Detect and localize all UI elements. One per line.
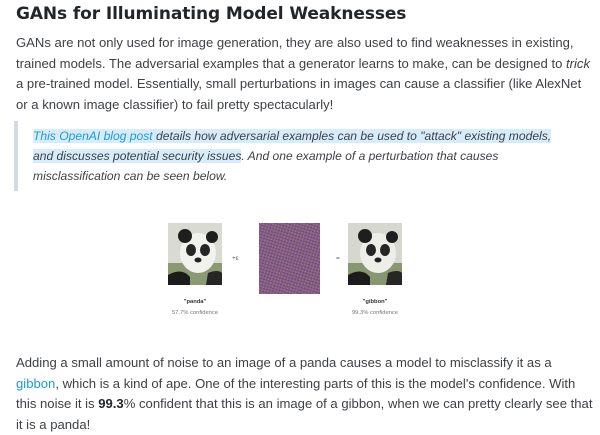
outro-text-1: Adding a small amount of noise to an ima… xyxy=(16,355,552,370)
panda-image xyxy=(168,223,222,285)
intro-text-2: a pre-trained model. Essentially, small … xyxy=(16,76,582,112)
openai-blog-link[interactable]: This OpenAI blog post xyxy=(33,129,153,143)
section-heading: GANs for Illuminating Model Weaknesses xyxy=(16,4,407,24)
outro-bold-value: 99.3 xyxy=(98,396,124,412)
gibbon-confidence: 99.3% confidence xyxy=(351,310,399,316)
intro-emphasis: trick xyxy=(566,55,591,71)
article-section: GANs for Illuminating Model Weaknesses G… xyxy=(0,0,600,432)
intro-paragraph: GANs are not only used for image generat… xyxy=(16,33,592,115)
panda-label: "panda" xyxy=(183,299,207,305)
blockquote-paragraph: This OpenAI blog post details how advers… xyxy=(33,121,574,186)
equals-label: = xyxy=(336,255,340,262)
noise-image xyxy=(259,223,320,294)
adversarial-example-figure: +ε = "panda" 57.7% confidence "gibbon" 9… xyxy=(168,223,413,323)
blockquote: This OpenAI blog post details how advers… xyxy=(14,121,574,191)
outro-paragraph: Adding a small amount of noise to an ima… xyxy=(16,353,596,435)
panda-perturbed-image xyxy=(348,223,402,285)
gibbon-link[interactable]: gibbon xyxy=(16,376,55,391)
intro-text-1: GANs are not only used for image generat… xyxy=(16,35,574,71)
gibbon-label: "gibbon" xyxy=(362,299,388,305)
plus-epsilon-label: +ε xyxy=(232,255,239,262)
panda-confidence: 57.7% confidence xyxy=(171,310,219,316)
